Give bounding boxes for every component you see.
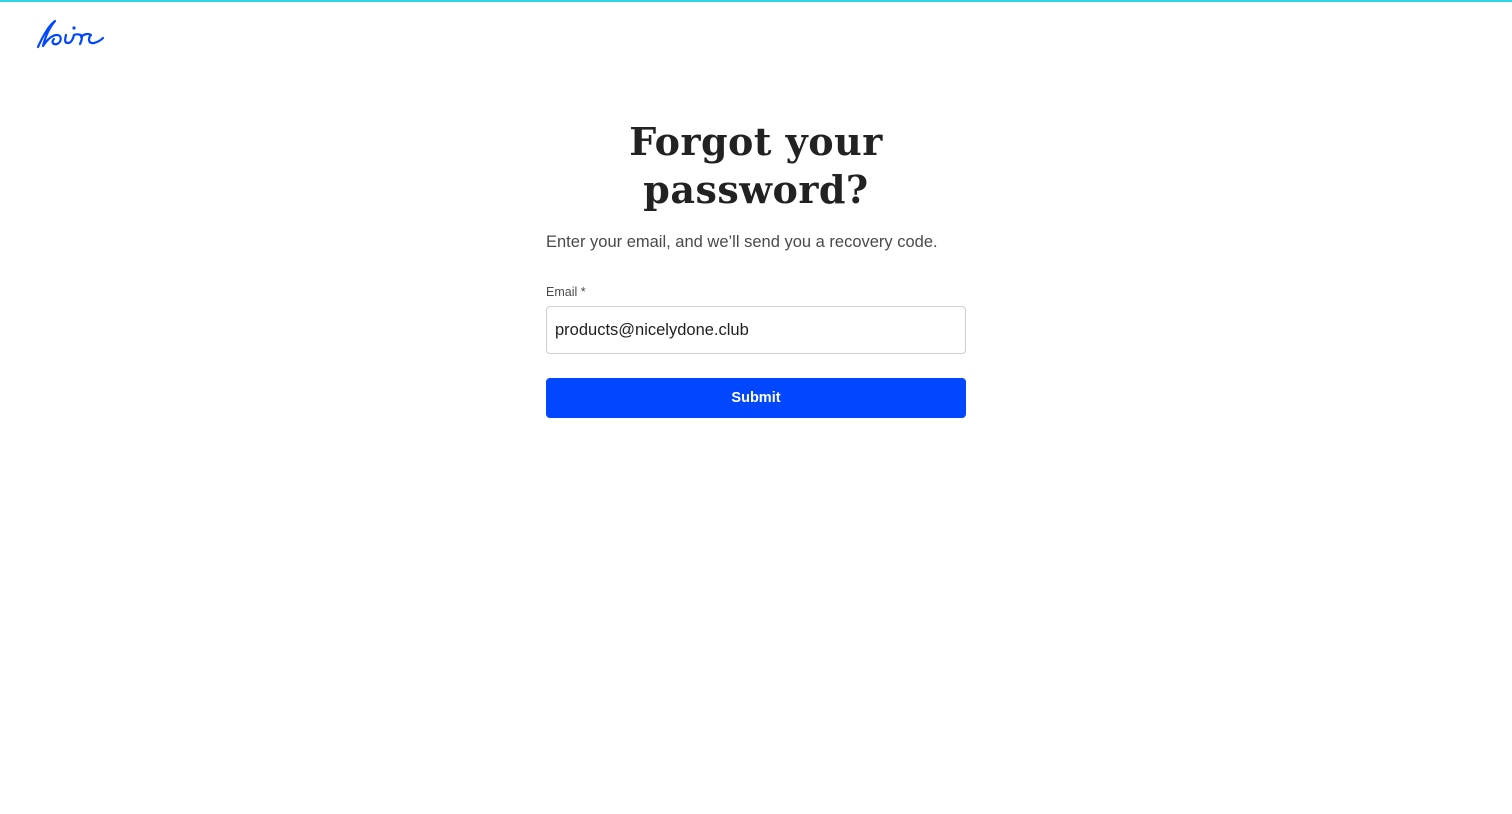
page-subtitle: Enter your email, and we’ll send you a r… — [546, 233, 938, 251]
submit-button[interactable]: Submit — [546, 378, 966, 418]
page-title: Forgot your password? — [546, 118, 966, 214]
email-input[interactable] — [546, 306, 966, 354]
forgot-password-form: Forgot your password? Enter your email, … — [546, 118, 966, 418]
email-label: Email * — [546, 285, 586, 299]
page-title-line-1: Forgot your — [629, 119, 883, 164]
air-logo-icon[interactable] — [36, 18, 106, 50]
page-title-line-2: password? — [643, 167, 869, 212]
top-accent-bar — [0, 0, 1512, 2]
